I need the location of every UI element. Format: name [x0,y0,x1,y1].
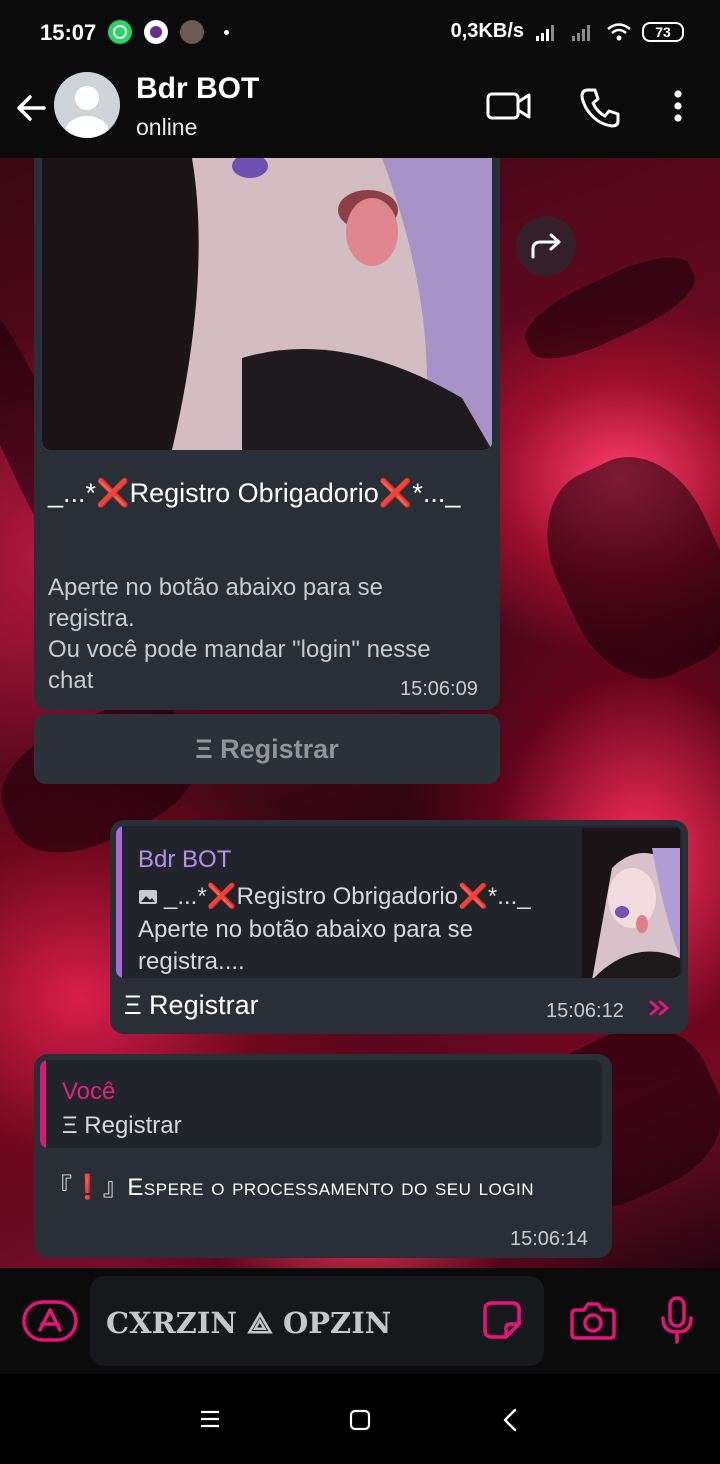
message-time: 15:06:12 [546,1000,624,1022]
sticker-icon[interactable] [482,1300,522,1340]
status-bar: 15:07 0,3KB/s 73 [0,0,720,62]
system-nav-bar [0,1374,720,1464]
wifi-icon [607,22,631,40]
quote-line1: _...*❌Registro Obrigadorio❌*..._ [138,882,568,911]
quote-sender: Você [62,1078,116,1105]
message-text: Ξ Registrar [124,990,259,1020]
microphone-icon[interactable] [660,1296,694,1344]
whatsapp-icon [108,20,132,44]
quote-line2: Aperte no botão abaixo para se registra.… [138,916,473,975]
message-photo[interactable] [42,158,492,450]
incoming-message-bubble[interactable]: Você Ξ Registrar 『❗』Espere o processamen… [34,1054,612,1258]
quoted-message[interactable]: Você Ξ Registrar [40,1060,602,1148]
quote-thumbnail [582,828,680,978]
battery-indicator: 73 [642,21,684,42]
quote-line1-text: _...*❌Registro Obrigadorio❌*..._ [164,883,531,910]
read-receipt-icon [649,1000,669,1016]
quoted-message[interactable]: Bdr BOT _...*❌Registro Obrigadorio❌*..._… [116,826,682,978]
image-icon [139,890,157,904]
status-time: 15:07 [40,20,97,45]
quote-sender: Bdr BOT [138,846,232,873]
register-button-label: Ξ Registrar [195,733,339,764]
chat-area[interactable]: _...*❌Registro Obrigadorio❌*..._ Aperte … [0,158,720,1268]
signal-icon [536,24,554,41]
nav-back-icon[interactable] [502,1408,518,1432]
signal-2-icon [572,24,590,41]
chat-header: Bdr BOT online [0,62,720,158]
input-bar: CXRZIN ⟁ OPZIN [0,1268,720,1374]
forward-button[interactable] [516,216,576,276]
chat-status: online [136,114,198,140]
photo-image [42,158,492,450]
default-avatar-icon [65,86,109,138]
forward-arrow-icon [531,233,561,259]
message-title: _...*❌Registro Obrigadorio❌*..._ [48,478,461,508]
back-arrow-icon[interactable] [14,88,48,128]
more-notifications-dot [224,29,229,35]
recent-apps-icon[interactable] [200,1410,220,1428]
whatsapp-business-icon [144,20,168,44]
wallpaper-shape [521,434,720,702]
quote-text: Ξ Registrar [62,1112,182,1139]
notification-icons [108,20,229,44]
message-time: 15:06:09 [400,678,478,700]
network-speed: 0,3KB/s [450,20,524,42]
message-input[interactable]: CXRZIN ⟁ OPZIN [90,1276,544,1366]
home-icon[interactable] [349,1409,371,1431]
thumbnail-image [582,828,680,978]
message-input-text: CXRZIN ⟁ OPZIN [106,1306,392,1340]
app-notification-icon [180,20,204,44]
register-button[interactable]: Ξ Registrar [34,714,500,784]
quote-bar [116,826,122,978]
more-options-icon[interactable] [668,86,688,130]
message-time: 15:06:14 [510,1228,588,1250]
message-text: 『❗』Espere o processamento do seu login [48,1174,534,1201]
video-call-icon[interactable] [486,86,532,126]
status-right: 0,3KB/s 73 [451,20,684,43]
avatar[interactable] [54,72,120,138]
voice-call-icon[interactable] [578,86,622,130]
outgoing-message-bubble[interactable]: Bdr BOT _...*❌Registro Obrigadorio❌*..._… [110,820,688,1034]
camera-icon[interactable] [570,1300,616,1340]
chat-title[interactable]: Bdr BOT [136,72,259,106]
quote-bar [40,1060,46,1148]
app-store-icon[interactable] [22,1300,78,1342]
